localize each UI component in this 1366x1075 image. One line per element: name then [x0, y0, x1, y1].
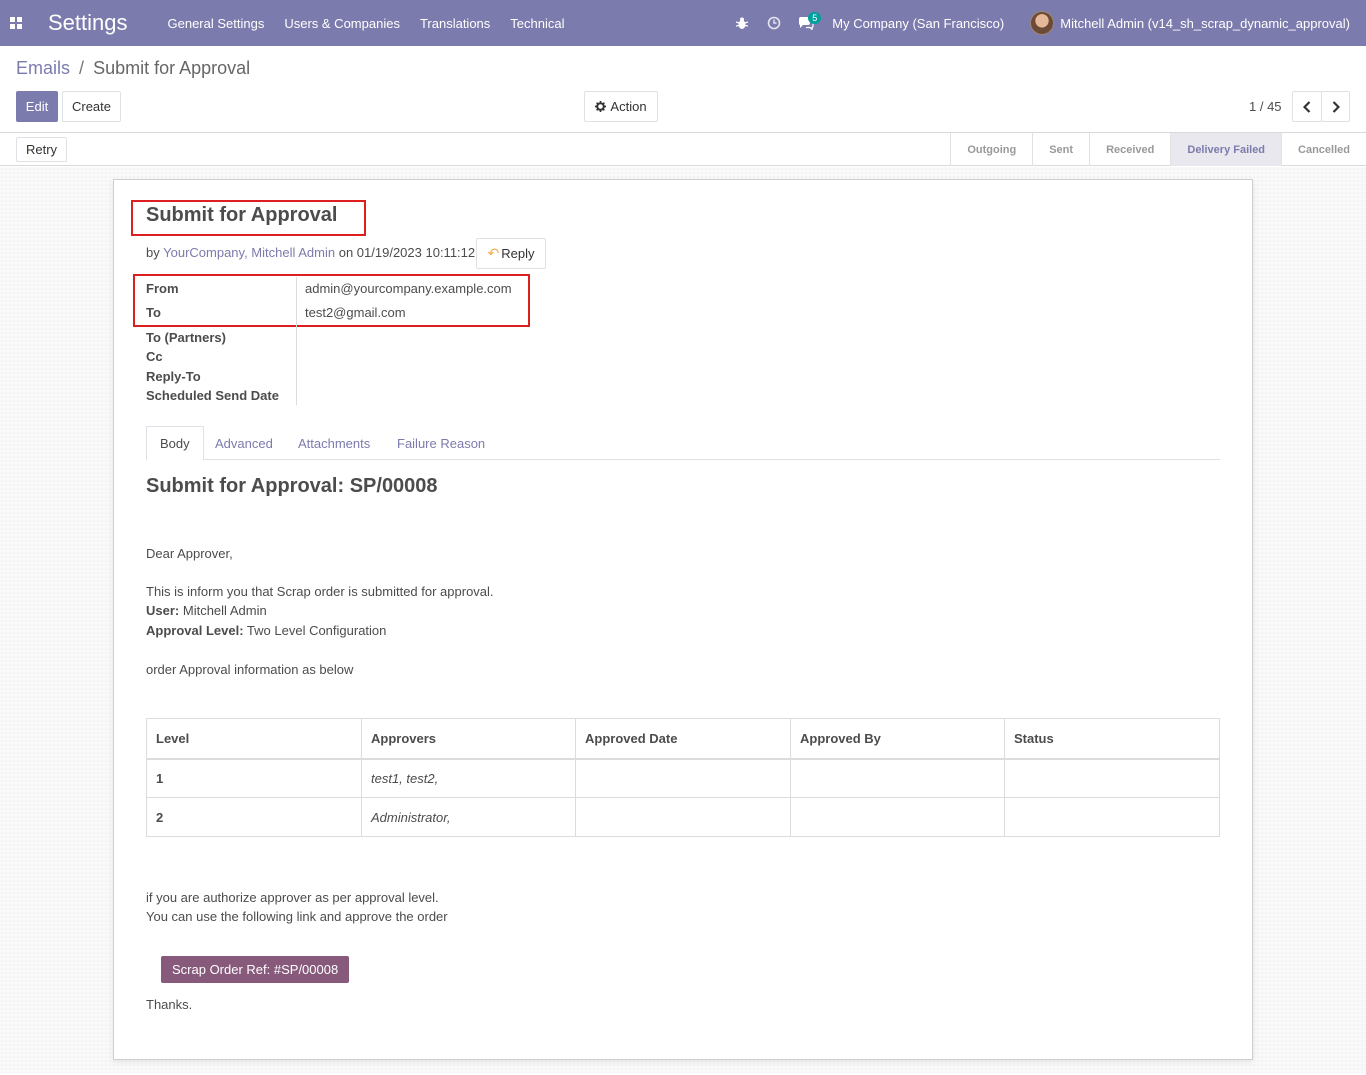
cell-approved-date: [575, 758, 791, 798]
breadcrumb-emails-link[interactable]: Emails: [16, 58, 70, 78]
table-row: 1 test1, test2,: [146, 758, 1220, 798]
breadcrumb-separator: /: [79, 58, 85, 78]
message-date: on 01/19/2023 10:11:12: [338, 245, 476, 260]
tab-attachments[interactable]: Attachments: [298, 426, 370, 460]
cell-level: 1: [146, 758, 362, 798]
from-value: admin@yourcompany.example.com: [305, 281, 512, 296]
table-row: 2 Administrator,: [146, 797, 1220, 837]
stage-delivery-failed[interactable]: Delivery Failed: [1170, 133, 1282, 166]
cc-label: Cc: [146, 349, 163, 364]
form-sheet: Submit for Approval by YourCompany, Mitc…: [113, 179, 1253, 1060]
column-header-status: Status: [1004, 718, 1220, 760]
tab-advanced[interactable]: Advanced: [215, 426, 273, 460]
menu-users-companies[interactable]: Users & Companies: [284, 16, 400, 31]
thanks-text: Thanks.: [146, 997, 193, 1012]
stage-outgoing[interactable]: Outgoing: [950, 133, 1032, 166]
approval-level-label: Approval Level:: [146, 623, 244, 638]
user-name: Mitchell Admin (v14_sh_scrap_dynamic_app…: [1060, 15, 1350, 31]
user-line: User: Mitchell Admin: [146, 603, 267, 618]
to-partners-label: To (Partners): [146, 330, 226, 345]
to-value: test2@gmail.com: [305, 305, 406, 320]
notebook-tabs: Body Advanced Attachments Failure Reason: [146, 426, 1220, 461]
messages-chat-icon[interactable]: 5: [790, 0, 822, 46]
approval-level-line: Approval Level: Two Level Configuration: [146, 623, 386, 638]
menu-general-settings[interactable]: General Settings: [168, 16, 265, 31]
retry-button[interactable]: Retry: [16, 137, 67, 162]
scheduled-send-date-label: Scheduled Send Date: [146, 388, 279, 403]
edit-button[interactable]: Edit: [16, 91, 58, 122]
column-header-approved-date: Approved Date: [575, 718, 791, 760]
reply-to-label: Reply-To: [146, 369, 201, 384]
greeting-text: Dear Approver,: [146, 546, 233, 561]
reply-label: Reply: [501, 246, 535, 261]
menu-translations[interactable]: Translations: [420, 16, 490, 31]
column-header-level: Level: [146, 718, 362, 760]
action-label: Action: [610, 99, 647, 114]
approval-table: Level Approvers Approved Date Approved B…: [146, 718, 1220, 837]
top-navbar: Settings General Settings Users & Compan…: [0, 0, 1366, 46]
tab-body[interactable]: Body: [146, 426, 204, 461]
message-count-badge: 5: [808, 12, 822, 24]
column-header-approved-by: Approved By: [790, 718, 1005, 760]
user-line-label: User:: [146, 603, 180, 618]
cell-approved-by: [790, 758, 1005, 798]
pager-previous-button[interactable]: [1292, 91, 1322, 122]
pager-next-button[interactable]: [1321, 91, 1350, 122]
app-title: Settings: [48, 10, 128, 35]
menu-technical[interactable]: Technical: [510, 16, 564, 31]
cell-status: [1004, 797, 1220, 837]
cell-approved-date: [575, 797, 791, 837]
tab-failure-reason[interactable]: Failure Reason: [397, 426, 485, 460]
highlight-box-subject: [131, 200, 366, 236]
stage-sent[interactable]: Sent: [1032, 133, 1089, 166]
byline-prefix: by: [146, 245, 160, 260]
user-line-value: Mitchell Admin: [182, 603, 267, 618]
avatar: [1030, 11, 1055, 35]
message-byline: by YourCompany, Mitchell Admin on 01/19/…: [146, 245, 475, 260]
cell-approvers: test1, test2,: [361, 758, 576, 798]
from-label: From: [146, 281, 179, 296]
apps-menu-icon[interactable]: [0, 0, 32, 46]
activity-clock-icon[interactable]: [758, 0, 790, 46]
cell-status: [1004, 758, 1220, 798]
table-header-row: Level Approvers Approved Date Approved B…: [146, 718, 1220, 760]
approval-level-value: Two Level Configuration: [246, 623, 387, 638]
breadcrumb-current: Submit for Approval: [93, 58, 251, 78]
company-switcher[interactable]: My Company (San Francisco): [832, 16, 1004, 31]
column-header-approvers: Approvers: [361, 718, 576, 760]
reply-button[interactable]: ↶ Reply: [476, 238, 546, 269]
chevron-right-icon: [1332, 100, 1340, 113]
cell-approved-by: [790, 797, 1005, 837]
cell-level: 2: [146, 797, 362, 837]
footer-text-1: if you are authorize approver as per app…: [146, 890, 439, 905]
field-column-divider: [296, 277, 297, 405]
to-label: To: [146, 305, 161, 320]
debug-bug-icon[interactable]: [726, 0, 758, 46]
action-button[interactable]: Action: [584, 91, 658, 122]
stage-list: Outgoing Sent Received Delivery Failed C…: [950, 133, 1366, 166]
stage-received[interactable]: Received: [1089, 133, 1170, 166]
gear-icon: [595, 101, 607, 112]
scrap-order-link-button[interactable]: Scrap Order Ref: #SP/00008: [161, 956, 350, 983]
user-menu[interactable]: Mitchell Admin (v14_sh_scrap_dynamic_app…: [1030, 11, 1350, 35]
pager-value[interactable]: 1 / 45: [1249, 99, 1282, 114]
info-text: order Approval information as below: [146, 662, 354, 677]
body-heading: Submit for Approval: SP/00008: [146, 475, 438, 497]
author-link[interactable]: YourCompany, Mitchell Admin: [163, 245, 335, 260]
reply-icon: ↶: [487, 245, 500, 261]
stage-cancelled[interactable]: Cancelled: [1281, 133, 1366, 166]
intro-text: This is inform you that Scrap order is s…: [146, 584, 494, 599]
cell-approvers: Administrator,: [361, 797, 576, 837]
status-bar: Retry Outgoing Sent Received Delivery Fa…: [0, 133, 1366, 166]
footer-text-2: You can use the following link and appro…: [146, 909, 448, 924]
chevron-left-icon: [1303, 100, 1311, 113]
breadcrumb: Emails / Submit for Approval: [16, 58, 250, 79]
create-button[interactable]: Create: [62, 91, 121, 122]
